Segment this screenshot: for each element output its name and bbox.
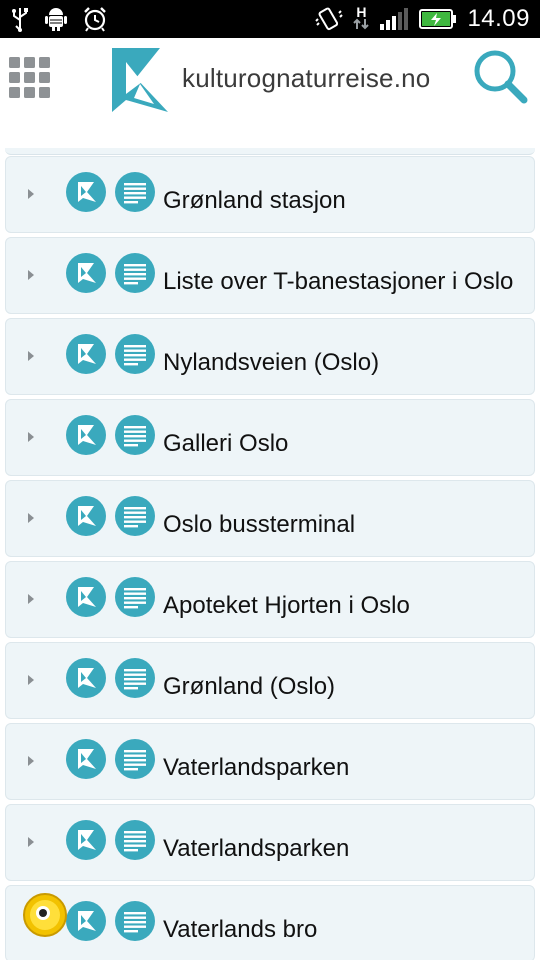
kulturnatur-k-icon[interactable] (66, 334, 106, 374)
alarm-icon (82, 6, 108, 32)
network-label: H (356, 4, 367, 20)
vibrate-icon (315, 5, 344, 33)
kulturnatur-k-icon[interactable] (66, 577, 106, 617)
expand-arrow-icon[interactable] (28, 351, 34, 361)
list-item[interactable]: Nylandsveien (Oslo) (5, 318, 535, 395)
list-item-title: Vaterlandsparken (163, 835, 350, 862)
kulturnatur-k-icon[interactable] (66, 415, 106, 455)
floating-overlay-bubble[interactable] (22, 892, 68, 938)
list-item[interactable]: Grønland (Oslo) (5, 642, 535, 719)
grid-menu-icon[interactable] (8, 56, 52, 100)
status-left (10, 4, 108, 34)
search-icon[interactable] (470, 46, 530, 106)
list-item-title: Nylandsveien (Oslo) (163, 349, 380, 376)
expand-arrow-icon[interactable] (28, 594, 34, 604)
document-lines-icon[interactable] (115, 172, 155, 212)
kulturnatur-k-icon[interactable] (66, 820, 106, 860)
list-item-title: Oslo bussterminal (163, 511, 356, 538)
list-item-title: Apoteket Hjorten i Oslo (163, 592, 410, 619)
signal-icon (379, 6, 409, 32)
status-time: 14.09 (467, 5, 530, 32)
list-item-partial (5, 148, 535, 155)
kulturnatur-k-icon[interactable] (66, 253, 106, 293)
list-item[interactable]: Liste over T-banestasjoner i Oslo (5, 237, 535, 314)
list-item[interactable]: Galleri Oslo (5, 399, 535, 476)
document-lines-icon[interactable] (115, 496, 155, 536)
expand-arrow-icon[interactable] (28, 189, 34, 199)
list-item[interactable]: Grønland stasjon (5, 156, 535, 233)
logo-k-icon (112, 48, 168, 112)
logo-text: kulturognaturreise.no (182, 62, 431, 93)
usb-icon (10, 6, 30, 32)
site-logo[interactable]: kulturognaturreise.no (112, 48, 430, 112)
kulturnatur-k-icon[interactable] (66, 739, 106, 779)
list-item-title: Liste over T-banestasjoner i Oslo (163, 268, 514, 295)
list-item-title: Grønland (Oslo) (163, 673, 336, 700)
expand-arrow-icon[interactable] (28, 837, 34, 847)
list-item[interactable]: Apoteket Hjorten i Oslo (5, 561, 535, 638)
document-lines-icon[interactable] (115, 334, 155, 374)
document-lines-icon[interactable] (115, 577, 155, 617)
status-bar: H 14.09 (0, 0, 540, 38)
document-lines-icon[interactable] (115, 658, 155, 698)
list-item[interactable]: Vaterlandsparken (5, 723, 535, 800)
kulturnatur-k-icon[interactable] (66, 901, 106, 941)
result-list: Grønland stasjon Liste over T-banestasjon… (0, 148, 540, 960)
network-h-icon: H (353, 4, 370, 31)
expand-arrow-icon[interactable] (28, 432, 34, 442)
list-item[interactable]: Vaterlandsparken (5, 804, 535, 881)
list-item[interactable]: Vaterlands bro (5, 885, 535, 960)
kulturnatur-k-icon[interactable] (66, 658, 106, 698)
document-lines-icon[interactable] (115, 415, 155, 455)
list-item-title: Galleri Oslo (163, 430, 289, 457)
kulturnatur-k-icon[interactable] (66, 496, 106, 536)
document-lines-icon[interactable] (115, 901, 155, 941)
status-right: H 14.09 (315, 4, 530, 34)
kulturnatur-k-icon[interactable] (66, 172, 106, 212)
expand-arrow-icon[interactable] (28, 756, 34, 766)
document-lines-icon[interactable] (115, 253, 155, 293)
list-item-title: Vaterlands bro (163, 916, 318, 943)
app-header: kulturognaturreise.no (0, 38, 540, 146)
list-item-title: Grønland stasjon (163, 187, 346, 214)
expand-arrow-icon[interactable] (28, 675, 34, 685)
battery-charging-icon (419, 8, 457, 30)
expand-arrow-icon[interactable] (28, 270, 34, 280)
expand-arrow-icon[interactable] (28, 513, 34, 523)
list-item-title: Vaterlandsparken (163, 754, 350, 781)
android-debug-icon (44, 6, 68, 32)
document-lines-icon[interactable] (115, 820, 155, 860)
document-lines-icon[interactable] (115, 739, 155, 779)
list-item[interactable]: Oslo bussterminal (5, 480, 535, 557)
